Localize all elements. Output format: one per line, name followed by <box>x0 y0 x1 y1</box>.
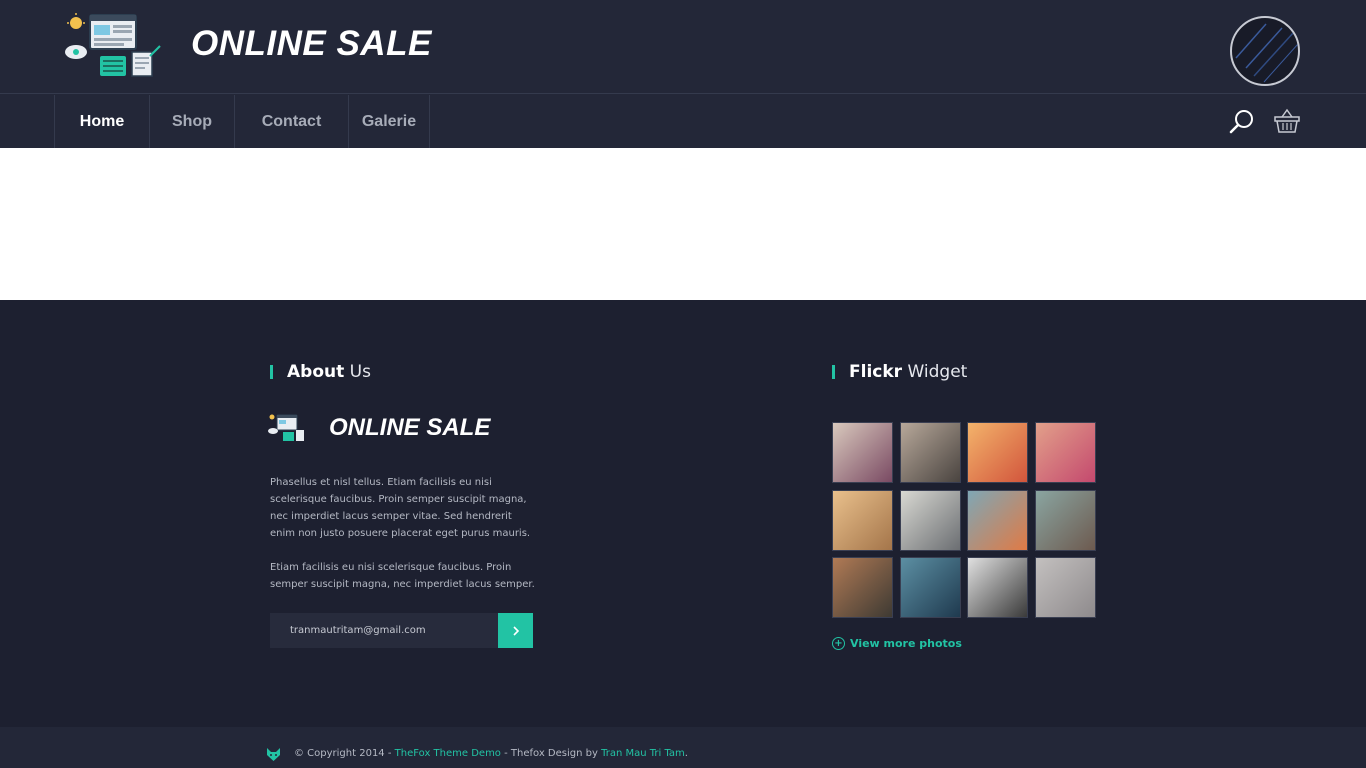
curly-hair-woman-photo[interactable] <box>832 557 893 618</box>
email-submit-button[interactable] <box>498 613 533 648</box>
site-title[interactable]: ONLINE SALE <box>191 24 432 64</box>
couple-sunset-photo[interactable] <box>967 422 1028 483</box>
chevron-right-icon <box>512 625 519 636</box>
about-title-bold: About <box>287 362 345 382</box>
copyright-prefix: © Copyright 2014 - <box>294 748 395 759</box>
plus-circle-icon: + <box>832 637 845 650</box>
about-title-light: Us <box>349 362 371 382</box>
flickr-title-bold: Flickr <box>849 362 903 382</box>
about-logo-title: ONLINE SALE <box>329 414 491 441</box>
suitcase-legs-photo[interactable] <box>1034 489 1096 551</box>
about-paragraph-2: Etiam facilisis eu nisi scelerisque fauc… <box>270 562 535 590</box>
thefox-demo-link[interactable]: TheFox Theme Demo <box>395 748 501 759</box>
view-more-photos-link[interactable]: + View more photos <box>832 637 962 650</box>
man-with-sunglasses-photo[interactable] <box>899 489 961 551</box>
site-header: ONLINE SALE Home Shop Contact Galerie <box>0 0 1366 148</box>
flickr-title-light: Widget <box>907 362 968 382</box>
email-field[interactable]: tranmautritam@gmail.com <box>270 613 498 648</box>
about-paragraph-1: Phasellus et nisl tellus. Etiam facilisi… <box>270 477 531 539</box>
author-link[interactable]: Tran Mau Tri Tam <box>601 748 685 759</box>
hands-cash-photo[interactable] <box>899 557 961 618</box>
header-top-row: ONLINE SALE <box>0 0 1366 94</box>
fox-icon <box>267 748 280 761</box>
content-banner <box>0 148 1366 300</box>
street-tram-photo[interactable] <box>1034 557 1096 618</box>
footer-widgets <box>0 300 1366 727</box>
basket-icon[interactable] <box>1273 107 1301 135</box>
search-icon[interactable] <box>1228 107 1256 135</box>
about-widget-title: About Us <box>270 362 371 382</box>
flickr-photo-grid <box>832 422 1096 618</box>
copyright-middle: - Thefox Design by <box>500 748 602 759</box>
girl-with-sunglasses-photo[interactable] <box>1034 422 1096 483</box>
nav-contact[interactable]: Contact <box>234 95 348 148</box>
main-nav: Home Shop Contact Galerie <box>0 95 1366 148</box>
nav-shop[interactable]: Shop <box>149 95 234 148</box>
nav-galerie[interactable]: Galerie <box>348 95 429 148</box>
computer-workspace-icon[interactable] <box>64 12 162 78</box>
nav-home[interactable]: Home <box>54 95 149 148</box>
woman-with-hat-photo[interactable] <box>832 422 893 483</box>
view-more-label: View more photos <box>850 637 962 650</box>
nav-divider <box>429 95 430 148</box>
avatar-icon[interactable] <box>1230 16 1300 86</box>
legs-running-road-photo[interactable] <box>899 422 961 483</box>
man-with-megaphone-photo[interactable] <box>967 489 1028 551</box>
flickr-widget-title: Flickr Widget <box>832 362 967 382</box>
checkered-shirt-photo[interactable] <box>967 557 1028 618</box>
city-skyline-photo[interactable] <box>832 489 893 551</box>
copyright-text: © Copyright 2014 - TheFox Theme Demo - T… <box>294 748 688 759</box>
computer-workspace-icon <box>268 414 304 441</box>
copyright-suffix: . <box>684 748 688 759</box>
